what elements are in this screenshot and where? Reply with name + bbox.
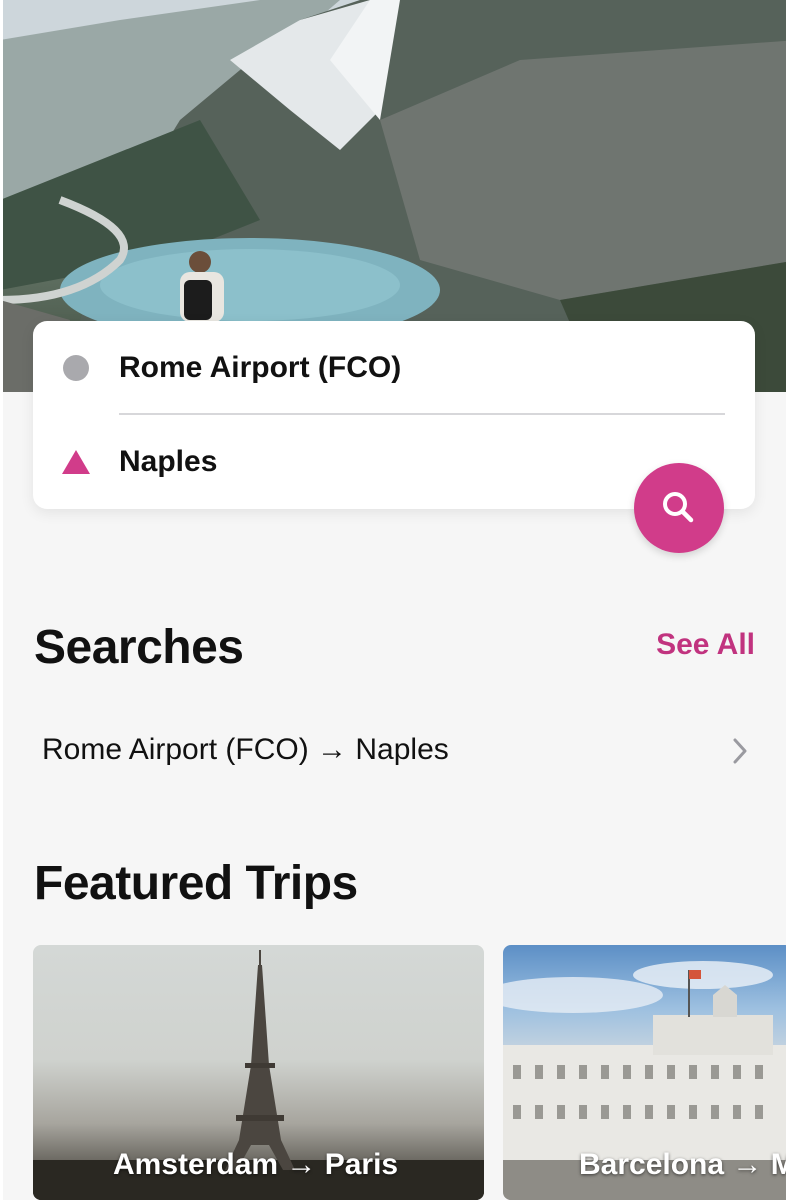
triangle-icon <box>62 450 90 474</box>
trip-label: Barcelona → M <box>579 1148 793 1181</box>
trip-card-amsterdam-paris[interactable]: Amsterdam → Paris <box>33 945 484 1200</box>
see-all-link[interactable]: See All <box>656 628 755 662</box>
magnifier-icon <box>663 492 694 523</box>
divider <box>119 413 725 415</box>
featured-trips-heading: Featured Trips <box>34 857 358 910</box>
origin-label: Rome Airport (FCO) <box>119 351 402 384</box>
search-button[interactable] <box>634 463 724 553</box>
destination-label: Naples <box>119 445 218 478</box>
circle-icon <box>63 355 89 381</box>
origin-field[interactable]: Rome Airport (FCO) <box>33 323 755 413</box>
trip-label: Amsterdam → Paris <box>113 1148 399 1181</box>
trip-card-barcelona[interactable]: Barcelona → M <box>503 945 793 1200</box>
searches-heading: Searches <box>34 621 244 674</box>
frame-edge-left <box>0 0 3 1200</box>
recent-search-row[interactable]: Rome Airport (FCO) → Naples <box>34 718 754 782</box>
chevron-right-icon <box>733 738 747 764</box>
recent-search-label: Rome Airport (FCO) → Naples <box>42 733 449 766</box>
frame-edge-right <box>786 0 798 1200</box>
